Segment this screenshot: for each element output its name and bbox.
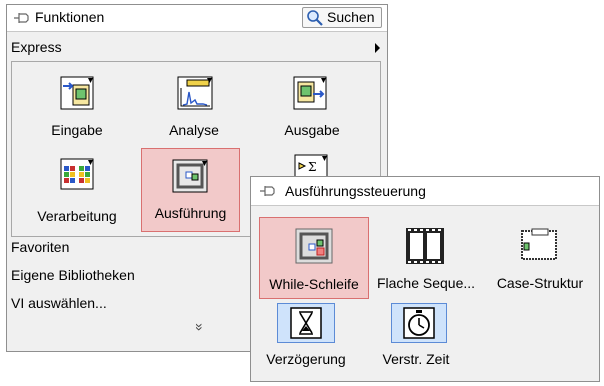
thumbtack-icon[interactable] — [13, 10, 31, 26]
subpalette-item-while-loop[interactable]: While-Schleife — [259, 217, 369, 299]
magnifier-icon — [307, 10, 323, 26]
svg-text:Σ: Σ — [308, 160, 316, 174]
elapsed-time-icon — [403, 307, 435, 339]
analysis-vi-icon — [177, 76, 213, 110]
palette-item-label: Ausführung — [154, 205, 227, 221]
subpalette-item-label: Verzögerung — [266, 351, 346, 367]
palette-item-ausfuehrung[interactable]: Ausführung — [141, 148, 240, 232]
subpalette-item-elapsed-time[interactable]: Verstr. Zeit — [369, 303, 463, 377]
flat-sequence-icon — [406, 228, 444, 264]
palette-item-label: Eingabe — [51, 122, 103, 138]
search-button[interactable]: Suchen — [302, 7, 382, 28]
palette-item-ausgabe[interactable]: Ausgabe — [267, 72, 357, 142]
thumbtack-icon[interactable] — [259, 183, 277, 199]
subpalette-titlebar[interactable]: Ausführungssteuerung — [251, 177, 599, 206]
subpalette-item-label: Flache Seque... — [376, 275, 476, 291]
case-structure-icon — [521, 228, 557, 260]
subpalette-item-time-delay[interactable]: Verzögerung — [259, 303, 353, 377]
palette-titlebar[interactable]: Funktionen Suchen — [7, 5, 387, 32]
subpalette-item-flat-sequence[interactable]: Flache Seque... — [369, 217, 483, 299]
expand-more-icon[interactable]: » — [192, 323, 208, 331]
palette-item-label: Verarbeitung — [37, 208, 117, 224]
output-vi-icon — [293, 76, 327, 110]
while-loop-icon — [295, 228, 333, 264]
menu-item-vi-auswaehlen[interactable]: VI auswählen... — [11, 295, 107, 311]
menu-item-favoriten[interactable]: Favoriten — [11, 239, 69, 255]
input-vi-icon — [60, 76, 94, 110]
menu-item-eigene-bibliotheken[interactable]: Eigene Bibliotheken — [11, 267, 135, 283]
palette-item-label: Ausgabe — [284, 122, 340, 138]
category-express[interactable]: Express — [11, 39, 383, 55]
subpalette-item-label: Case-Struktur — [496, 275, 584, 291]
subpalette-item-label: Verstr. Zeit — [382, 351, 450, 367]
submenu-arrow-icon — [375, 43, 380, 53]
palette-item-eingabe[interactable]: Eingabe — [32, 72, 122, 142]
palette-item-verarbeitung[interactable]: Verarbeitung — [32, 150, 122, 230]
time-delay-icon — [290, 307, 322, 339]
processing-vi-icon — [60, 158, 94, 190]
palette-item-label: Analyse — [169, 122, 219, 138]
search-label: Suchen — [327, 9, 375, 25]
subpalette-item-case-structure[interactable]: Case-Struktur — [485, 217, 595, 299]
category-label: Express — [11, 39, 62, 55]
palette-item-analyse[interactable]: Analyse — [149, 72, 239, 142]
palette-title: Funktionen — [35, 9, 105, 25]
execution-vi-icon — [172, 159, 208, 193]
subpalette-item-label: While-Schleife — [269, 276, 359, 292]
subpalette-title: Ausführungssteuerung — [285, 183, 426, 199]
execution-control-subpalette: Ausführungssteuerung While-Schleife Flac… — [250, 176, 600, 382]
